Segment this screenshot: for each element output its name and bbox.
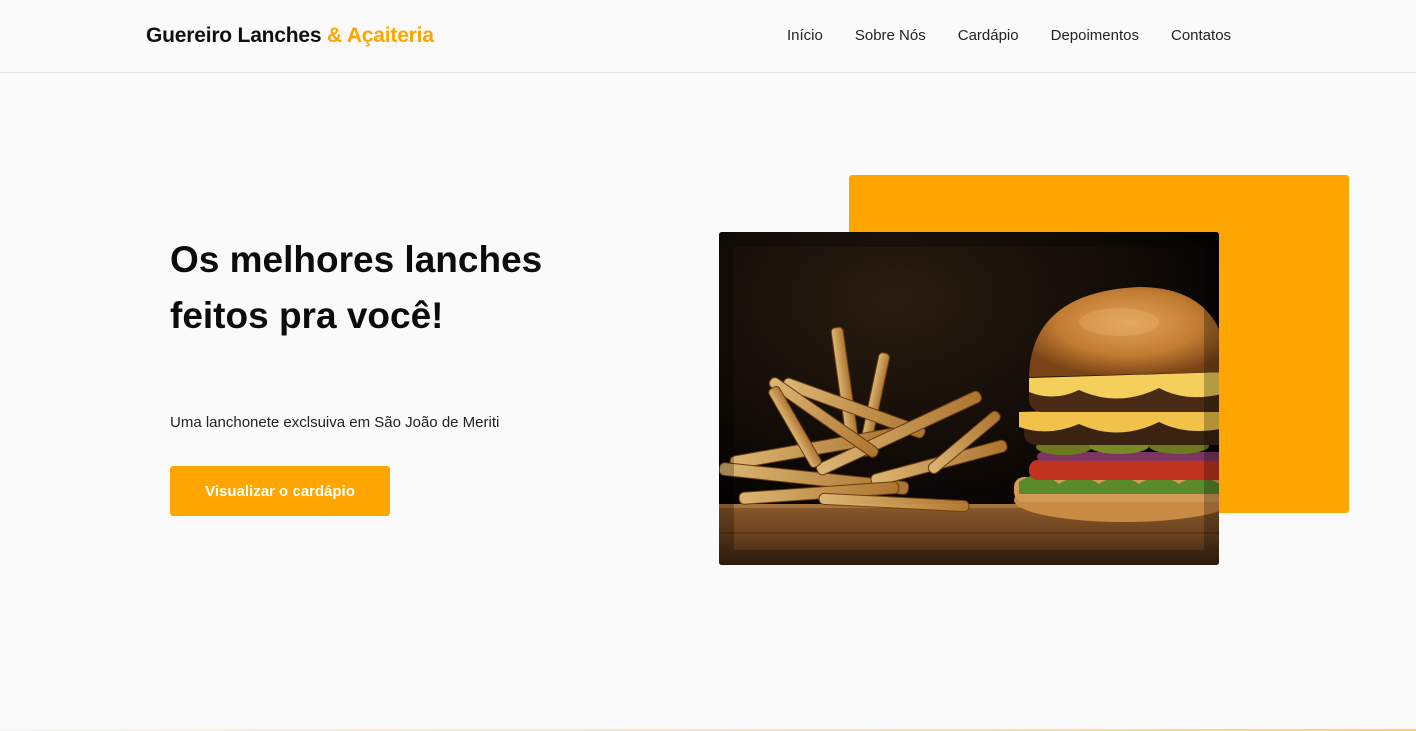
burger-and-fries-photo [719,232,1219,565]
brand-name: Guereiro Lanches [146,24,322,47]
nav-item-inicio[interactable]: Início [787,27,823,44]
brand-accent: & Açaiteria [327,24,434,47]
hero-title: Os melhores lanches feitos pra você! [170,239,543,336]
hero-subtitle: Uma lanchonete exclsuiva em São João de … [170,414,500,431]
nav-item-depoimentos[interactable]: Depoimentos [1051,27,1139,44]
nav-item-cardapio[interactable]: Cardápio [958,27,1019,44]
brand-logo[interactable]: Guereiro Lanches & Açaiteria [146,24,434,48]
site-header: Guereiro Lanches & Açaiteria Início Sobr… [0,0,1416,73]
main-nav: Início Sobre Nós Cardápio Depoimentos Co… [787,27,1231,44]
nav-item-contatos[interactable]: Contatos [1171,27,1231,44]
view-menu-button[interactable]: Visualizar o cardápio [170,466,390,516]
nav-item-sobre-nos[interactable]: Sobre Nós [855,27,926,44]
